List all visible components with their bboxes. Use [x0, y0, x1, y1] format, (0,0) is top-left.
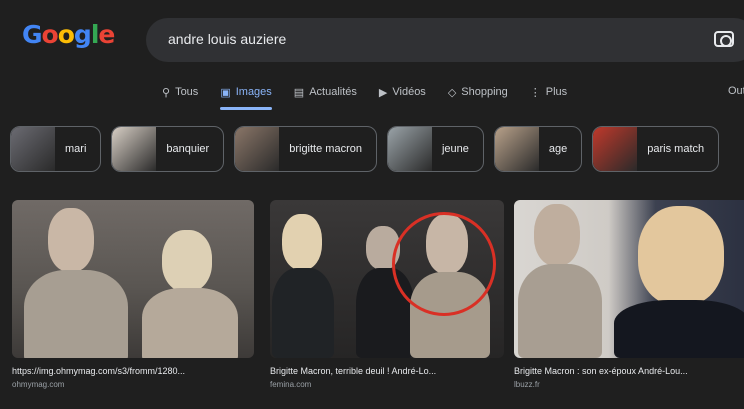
result-thumbnail[interactable]	[12, 200, 254, 358]
person-figure	[614, 200, 744, 358]
tab-plus[interactable]: ⋮ Plus	[530, 82, 567, 102]
tools-button[interactable]: Outils	[728, 85, 744, 97]
related-search-chip[interactable]: mari	[10, 126, 102, 172]
related-search-chip[interactable]: banquier	[111, 126, 225, 172]
tab-actualités[interactable]: ▤ Actualités	[294, 82, 357, 102]
tab-images[interactable]: ▣ Images	[220, 82, 273, 110]
chip-thumbnail	[593, 127, 638, 171]
image-result[interactable]: Brigitte Macron : son ex-époux André-Lou…	[514, 200, 744, 405]
logo-letter: G	[22, 20, 43, 49]
highlight-circle	[392, 212, 496, 316]
result-caption[interactable]: Brigitte Macron, terrible deuil ! André-…	[270, 366, 504, 376]
google-images-page: Google andre louis auziere ⚲ Tous ▣ Images ▤…	[0, 0, 744, 409]
result-thumbnail[interactable]	[514, 200, 744, 358]
google-logo[interactable]: Google	[22, 20, 115, 49]
chip-label: brigitte macron	[289, 143, 362, 155]
result-source: femina.com	[270, 380, 312, 389]
chip-label: age	[548, 143, 568, 155]
related-search-chip[interactable]: jeune	[386, 126, 484, 172]
logo-letter: o	[57, 20, 75, 49]
result-thumbnail[interactable]	[270, 200, 504, 358]
chip-thumbnail	[11, 127, 55, 171]
image-result[interactable]: Brigitte Macron, terrible deuil ! André-…	[270, 200, 504, 405]
chip-thumbnail	[494, 127, 539, 171]
image-result[interactable]: https://img.ohmymag.com/s3/fromm/1280...…	[12, 200, 254, 405]
chip-label: paris match	[647, 143, 705, 155]
video-icon: ▶	[378, 86, 388, 99]
logo-letter: g	[73, 20, 92, 49]
tab-label: Vidéos	[392, 86, 426, 98]
tab-label: Tous	[175, 86, 199, 98]
related-search-chip[interactable]: paris match	[592, 126, 720, 172]
tab-vidéos[interactable]: ▶ Vidéos	[379, 82, 426, 102]
tab-label: Images	[235, 86, 272, 98]
chip-label: jeune	[441, 143, 469, 155]
tab-shopping[interactable]: ◇ Shopping	[448, 82, 508, 102]
search-tabs: ⚲ Tous ▣ Images ▤ Actualités ▶ Vidéos ◇ Shopping ⋮…	[162, 82, 567, 110]
search-input[interactable]: andre louis auziere	[168, 31, 286, 47]
camera-icon[interactable]	[714, 31, 734, 47]
chip-label: mari	[65, 143, 87, 155]
tag-icon: ◇	[447, 86, 457, 99]
related-search-chip[interactable]: brigitte macron	[234, 126, 377, 172]
person-figure	[518, 204, 602, 358]
tab-label: Shopping	[461, 86, 508, 98]
chip-label: banquier	[166, 143, 210, 155]
related-searches: mari banquier brigitte macron jeune age paris…	[10, 126, 720, 176]
person-figure	[24, 208, 134, 358]
result-source: lbuzz.fr	[514, 380, 540, 389]
tab-tous[interactable]: ⚲ Tous	[162, 82, 198, 102]
more-icon: ⋮	[529, 86, 541, 99]
search-box[interactable]: andre louis auziere	[146, 18, 744, 62]
chip-thumbnail	[235, 127, 280, 171]
tab-label: Actualités	[309, 86, 357, 98]
chip-thumbnail	[112, 127, 157, 171]
result-caption[interactable]: https://img.ohmymag.com/s3/fromm/1280...	[12, 366, 254, 376]
logo-letter: o	[41, 20, 59, 49]
person-figure	[134, 230, 244, 358]
logo-letter: e	[98, 20, 115, 49]
tab-label: Plus	[545, 86, 568, 98]
result-caption[interactable]: Brigitte Macron : son ex-époux André-Lou…	[514, 366, 744, 376]
logo-letter: l	[90, 20, 100, 49]
image-icon: ▣	[220, 86, 231, 99]
person-figure	[272, 214, 342, 358]
search-icon: ⚲	[162, 86, 171, 99]
related-search-chip[interactable]: age	[493, 126, 583, 172]
news-icon: ▤	[293, 86, 305, 99]
chip-thumbnail	[387, 127, 432, 171]
result-source: ohmymag.com	[12, 380, 65, 389]
